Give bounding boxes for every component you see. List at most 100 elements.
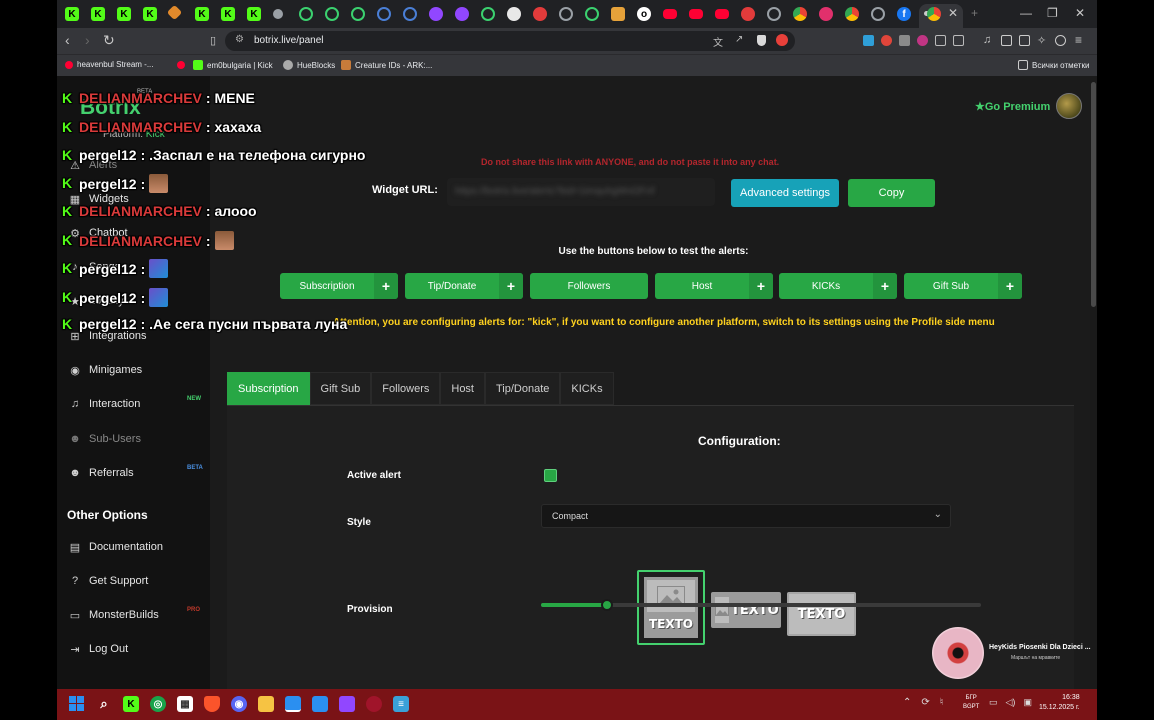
test-followers-button[interactable]: Followers bbox=[530, 273, 648, 299]
notepad-icon[interactable]: ≡ bbox=[393, 696, 409, 712]
copy-button[interactable]: Copy bbox=[848, 179, 935, 207]
share-icon[interactable]: ↗ bbox=[735, 34, 743, 45]
tab-ring-7[interactable] bbox=[559, 7, 573, 21]
tab-ring-5[interactable] bbox=[403, 7, 417, 21]
scrollbar-thumb[interactable] bbox=[1091, 82, 1096, 307]
sidebar-item-log-out[interactable]: ⇥ Log Out bbox=[69, 643, 128, 656]
discord-icon[interactable]: ◉ bbox=[231, 696, 247, 712]
tab-subscription[interactable]: Subscription bbox=[227, 372, 310, 405]
style-select[interactable]: Compact ⌄ bbox=[541, 504, 951, 528]
test-host-button[interactable]: Host + bbox=[655, 273, 773, 299]
reading-list-icon[interactable] bbox=[1019, 35, 1030, 46]
tab-kick-1[interactable]: K bbox=[65, 7, 79, 21]
tab-red-2[interactable] bbox=[741, 7, 755, 21]
extension-icon-2[interactable] bbox=[881, 35, 892, 46]
tab-kick-6[interactable]: K bbox=[221, 7, 235, 21]
advanced-settings-button[interactable]: Advanced settings bbox=[731, 179, 839, 207]
sidebar-toggle-icon[interactable] bbox=[1001, 35, 1012, 46]
store-icon[interactable]: ▦ bbox=[177, 696, 193, 712]
tab-facebook[interactable]: f bbox=[897, 7, 911, 21]
tab-white[interactable] bbox=[507, 7, 521, 21]
sidebar-item-minigames[interactable]: ◉ Minigames bbox=[69, 364, 142, 377]
shield-icon[interactable] bbox=[757, 35, 766, 46]
all-bookmarks[interactable]: Всички отметки bbox=[1018, 60, 1089, 70]
app-icon-green[interactable]: ◎ bbox=[150, 696, 166, 712]
bookmark-icon[interactable]: ▯ bbox=[210, 34, 216, 47]
tray-chevron-icon[interactable]: ⌃ bbox=[903, 697, 911, 708]
tab-followers[interactable]: Followers bbox=[371, 372, 441, 405]
tab-chrome-2[interactable] bbox=[845, 7, 859, 21]
active-alert-checkbox[interactable] bbox=[544, 469, 557, 482]
tab-round[interactable] bbox=[273, 9, 283, 19]
tab-instagram[interactable] bbox=[819, 7, 833, 21]
tab-ring-2[interactable] bbox=[325, 7, 339, 21]
puzzle-icon[interactable] bbox=[935, 35, 946, 46]
tab-youtube-2[interactable] bbox=[689, 9, 703, 19]
clock[interactable]: 16:38 15.12.2025 г. bbox=[1039, 693, 1080, 713]
tab-orange[interactable] bbox=[166, 4, 183, 21]
tab-ring-8[interactable] bbox=[585, 7, 599, 21]
tab-kick-2[interactable]: K bbox=[91, 7, 105, 21]
sidebar-item-sub-users[interactable]: ☻ Sub-Users bbox=[69, 433, 141, 445]
provision-option-overlay[interactable]: TEXTO bbox=[787, 592, 856, 636]
search-icon[interactable]: ⌕ bbox=[96, 696, 112, 712]
extension-icon-1[interactable] bbox=[863, 35, 874, 46]
monitor-icon[interactable]: ▭ bbox=[989, 697, 998, 708]
tab-chrome-1[interactable] bbox=[793, 7, 807, 21]
tab-active-favicon[interactable] bbox=[927, 7, 941, 21]
bookmark-item[interactable]: HueBlocks bbox=[283, 60, 335, 70]
bookmark-item[interactable]: Creature IDs - ARK:... bbox=[341, 60, 432, 70]
leo-icon[interactable]: ✧ bbox=[1037, 34, 1046, 47]
go-premium-button[interactable]: ★Go Premium bbox=[975, 100, 1050, 113]
app-icon-purple[interactable] bbox=[339, 696, 355, 712]
extension-icon-3[interactable] bbox=[899, 35, 910, 46]
brave-icon[interactable] bbox=[204, 696, 220, 712]
sidebar-item-documentation[interactable]: ▤ Documentation bbox=[69, 541, 163, 554]
extension-icon-4[interactable] bbox=[917, 35, 928, 46]
tab-black-round[interactable]: o bbox=[637, 7, 651, 21]
media-notification[interactable]: HeyKids Piosenki Dla Dzieci ... Маршът н… bbox=[930, 625, 1091, 681]
language-indicator[interactable]: БГР BGPT bbox=[963, 694, 979, 712]
tab-youtube-3[interactable] bbox=[715, 9, 729, 19]
tab-host[interactable]: Host bbox=[440, 372, 485, 405]
music-queue-icon[interactable]: ♫ bbox=[983, 34, 991, 46]
restore-icon[interactable]: ❐ bbox=[1047, 6, 1058, 20]
network-alert-icon[interactable]: ⟳ bbox=[921, 697, 929, 708]
sidebar-item-interaction[interactable]: ♫ Interaction bbox=[69, 398, 141, 410]
tab-red-1[interactable] bbox=[533, 7, 547, 21]
battery-icon[interactable]: ▣ bbox=[1023, 697, 1032, 708]
bookmark-item[interactable]: heavenbul Stream -... bbox=[65, 60, 153, 69]
site-info-icon[interactable]: ⚙ bbox=[235, 34, 244, 45]
tab-ring-9[interactable] bbox=[767, 7, 781, 21]
brave-rewards-icon[interactable] bbox=[776, 34, 788, 46]
provision-option-stacked[interactable]: TEXTO bbox=[637, 570, 705, 645]
reload-icon[interactable]: ↻ bbox=[103, 32, 115, 49]
tab-ring-4[interactable] bbox=[377, 7, 391, 21]
tab-kicks[interactable]: KICKs bbox=[560, 372, 614, 405]
slider-handle[interactable] bbox=[601, 599, 613, 611]
address-bar[interactable]: ⚙ botrix.live/panel 文 ↗ bbox=[225, 31, 795, 51]
volume-icon[interactable]: ◁) bbox=[1006, 697, 1016, 708]
tab-youtube-1[interactable] bbox=[663, 9, 677, 19]
tab-ring-1[interactable] bbox=[299, 7, 313, 21]
avatar[interactable] bbox=[1056, 93, 1083, 119]
active-app-icon[interactable] bbox=[285, 696, 301, 712]
app-icon-blue[interactable] bbox=[312, 696, 328, 712]
kick-app-icon[interactable]: K bbox=[123, 696, 139, 712]
minimize-icon[interactable]: — bbox=[1020, 6, 1032, 20]
screenshot-icon[interactable] bbox=[953, 35, 964, 46]
tab-kick-7[interactable]: K bbox=[247, 7, 261, 21]
bookmark-item[interactable]: em0bulgaria | Kick bbox=[177, 60, 273, 70]
tab-kick-4[interactable]: K bbox=[143, 7, 157, 21]
windows-start-icon[interactable] bbox=[69, 696, 84, 711]
menu-icon[interactable]: ≡ bbox=[1075, 33, 1082, 47]
app-icon-red[interactable] bbox=[366, 696, 382, 712]
tab-kick-5[interactable]: K bbox=[195, 7, 209, 21]
tab-kick-3[interactable]: K bbox=[117, 7, 131, 21]
size-slider[interactable] bbox=[541, 599, 981, 611]
tab-purple-2[interactable] bbox=[455, 7, 469, 21]
tab-ring-6[interactable] bbox=[481, 7, 495, 21]
back-icon[interactable]: ‹ bbox=[65, 32, 70, 48]
translate-icon[interactable]: 文 bbox=[713, 34, 723, 49]
tab-tip-donate[interactable]: Tip/Donate bbox=[485, 372, 561, 405]
